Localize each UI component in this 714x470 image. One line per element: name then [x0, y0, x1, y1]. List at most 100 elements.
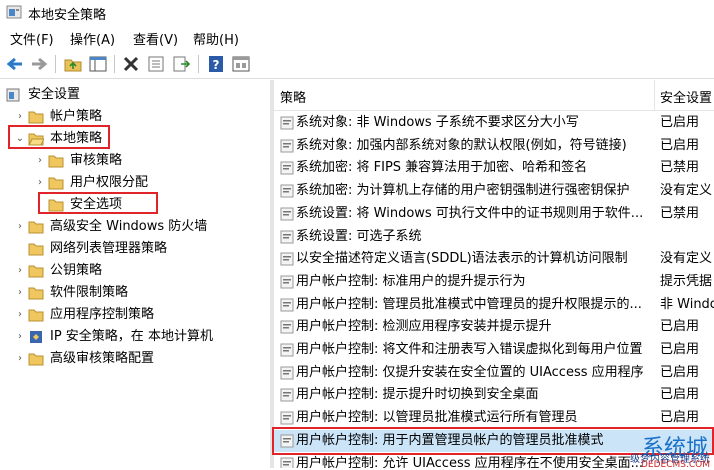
ip-security-icon: [30, 331, 42, 343]
watermark-logo: 系统城 级梦内容管理系统 DEDECMS.COM: [600, 428, 712, 470]
back-arrow-icon[interactable]: [5, 54, 25, 74]
delete-icon[interactable]: [121, 54, 141, 74]
folder-icon: [28, 221, 44, 234]
folder-icon: [28, 265, 44, 278]
menu-view[interactable]: 查看(V): [133, 29, 178, 48]
menu-bar: 文件(F) 操作(A) 查看(V) 帮助(H): [0, 26, 714, 48]
forward-arrow-icon[interactable]: [29, 54, 49, 74]
tree-expander[interactable]: ›: [14, 304, 26, 326]
policy-name: 系统加密: 为计算机上存储的用户密钥强制进行强密钥保护: [296, 183, 630, 199]
menu-help[interactable]: 帮助(H): [193, 29, 239, 48]
tree-label: 公钥策略: [50, 263, 103, 278]
list-item[interactable]: 系统设置: 可选子系统: [274, 226, 714, 249]
tree-expander[interactable]: ›: [14, 326, 26, 348]
tree-expander[interactable]: ›: [14, 260, 26, 282]
policy-setting: 没有定义: [660, 251, 713, 267]
svg-text:?: ?: [213, 58, 220, 72]
menu-action[interactable]: 操作(A): [70, 29, 115, 48]
policy-icon: [280, 116, 294, 130]
tree-expander[interactable]: ›: [14, 216, 26, 238]
tree-label: 审核策略: [70, 153, 123, 168]
list-item[interactable]: 系统加密: 为计算机上存储的用户密钥强制进行强密钥保护 没有定义: [274, 180, 714, 203]
tree-label: 网络列表管理器策略: [50, 241, 168, 256]
view-icon[interactable]: [231, 54, 251, 74]
policy-setting: 已启用: [660, 387, 700, 403]
list-item[interactable]: 用户帐户控制: 管理员批准模式中管理员的提升权限提示的... 非 Windo: [274, 294, 714, 317]
list-item[interactable]: 用户帐户控制: 仅提升安装在安全位置的 UIAccess 应用程序 已启用: [274, 362, 714, 385]
list-item[interactable]: 系统对象: 加强内部系统对象的默认权限(例如，符号链接) 已启用: [274, 135, 714, 158]
column-header-setting[interactable]: 安全设置: [660, 87, 712, 106]
folder-icon: [48, 177, 64, 190]
policy-icon: [280, 388, 294, 402]
list-item[interactable]: 以安全描述符定义语言(SDDL)语法表示的计算机访问限制 没有定义: [274, 248, 714, 271]
tree-item-ip-security[interactable]: › IP 安全策略，在 本地计算机: [14, 326, 264, 348]
sort-indicator-icon: ^: [457, 80, 466, 87]
tree-item-network-list[interactable]: 网络列表管理器策略: [14, 238, 264, 260]
policy-name: 用户帐户控制: 检测应用程序安装并提示提升: [296, 319, 552, 335]
list-item[interactable]: 用户帐户控制: 检测应用程序安装并提示提升 已启用: [274, 316, 714, 339]
policy-setting: 已启用: [660, 410, 700, 426]
policy-name: 用户帐户控制: 将文件和注册表写入错误虚拟化到每用户位置: [296, 342, 643, 357]
folder-icon: [28, 287, 44, 300]
policy-icon: [280, 230, 294, 243]
policy-icon: [280, 366, 294, 380]
title-bar: 本地安全策略: [0, 0, 714, 24]
policy-setting: 已禁用: [660, 160, 700, 176]
export-list-icon[interactable]: [171, 54, 191, 74]
tree-item-software-restriction[interactable]: › 软件限制策略: [14, 282, 264, 304]
policy-name: 用户帐户控制: 提示提升时切换到安全桌面: [296, 387, 539, 403]
tree-item-app-control[interactable]: › 应用程序控制策略: [14, 304, 264, 326]
tree-item-audit-policy[interactable]: › 审核策略: [34, 150, 264, 172]
policy-icon: [280, 139, 294, 153]
list-item[interactable]: 用户帐户控制: 提示提升时切换到安全桌面 已启用: [274, 384, 714, 407]
policy-name: 系统对象: 加强内部系统对象的默认权限(例如，符号链接): [296, 137, 627, 153]
tree-label: 高级审核策略配置: [50, 351, 155, 366]
tree-item-user-rights[interactable]: › 用户权限分配: [34, 172, 264, 194]
highlight-local-policy: [8, 125, 110, 149]
list-item[interactable]: 系统设置: 将 Windows 可执行文件中的证书规则用于软件... 已禁用: [274, 203, 714, 226]
up-folder-icon[interactable]: [63, 54, 83, 74]
tree-label: 高级安全 Windows 防火墙: [50, 219, 208, 234]
policy-name: 用户帐户控制: 仅提升安装在安全位置的 UIAccess 应用程序: [296, 364, 644, 380]
folder-icon: [28, 111, 44, 124]
show-hide-tree-icon[interactable]: [88, 54, 108, 74]
policy-setting: 非 Windo: [660, 296, 714, 312]
properties-icon[interactable]: [146, 54, 166, 74]
folder-icon: [28, 353, 44, 366]
list-header: ^ 策略 安全设置: [274, 80, 714, 111]
list-item[interactable]: 系统加密: 将 FIPS 兼容算法用于加密、哈希和签名 已禁用: [274, 157, 714, 180]
column-header-policy[interactable]: 策略: [280, 87, 306, 106]
policy-name: 系统加密: 将 FIPS 兼容算法用于加密、哈希和签名: [296, 160, 588, 176]
policy-name: 系统对象: 非 Windows 子系统不要求区分大小写: [296, 115, 579, 130]
tree-label: IP 安全策略，在 本地计算机: [50, 329, 213, 344]
folder-icon: [28, 243, 44, 256]
policy-icon: [280, 161, 294, 175]
tree-item-firewall[interactable]: › 高级安全 Windows 防火墙: [14, 216, 264, 238]
tree-item-advanced-audit[interactable]: › 高级审核策略配置: [14, 348, 264, 370]
policy-name: 用户帐户控制: 管理员批准模式中管理员的提升权限提示的...: [296, 296, 642, 312]
column-divider[interactable]: [654, 80, 655, 110]
policy-icon: [280, 252, 294, 266]
policy-setting: 已启用: [660, 342, 700, 357]
menu-file[interactable]: 文件(F): [10, 29, 54, 48]
tree-expander[interactable]: ›: [14, 282, 26, 304]
local-security-policy-icon: [6, 5, 22, 19]
tree-expander: [14, 238, 26, 260]
list-item[interactable]: 用户帐户控制: 将文件和注册表写入错误虚拟化到每用户位置 已启用: [274, 339, 714, 362]
tree-expander[interactable]: ›: [34, 150, 46, 172]
tree-item-security-settings[interactable]: 安全设置: [4, 84, 264, 106]
tree-expander[interactable]: ›: [34, 172, 46, 194]
policy-list-pane: ^ 策略 安全设置 系统对象: 非 Windows 子系统不要求区分大小写 已启…: [274, 80, 714, 468]
watermark-line2: DEDECMS.COM: [641, 460, 710, 470]
policy-icon: [280, 207, 294, 221]
folder-icon: [48, 155, 64, 168]
policy-setting: 提示凭据: [660, 273, 713, 289]
help-icon[interactable]: ?: [206, 54, 226, 74]
list-item[interactable]: 用户帐户控制: 标准用户的提升提示行为 提示凭据: [274, 271, 714, 294]
list-item[interactable]: 系统对象: 非 Windows 子系统不要求区分大小写 已启用: [274, 112, 714, 135]
tree-expander[interactable]: ›: [14, 348, 26, 370]
policy-icon: [280, 343, 294, 357]
policy-icon: [280, 411, 294, 425]
tree-item-public-key[interactable]: › 公钥策略: [14, 260, 264, 282]
window-title: 本地安全策略: [28, 8, 107, 23]
